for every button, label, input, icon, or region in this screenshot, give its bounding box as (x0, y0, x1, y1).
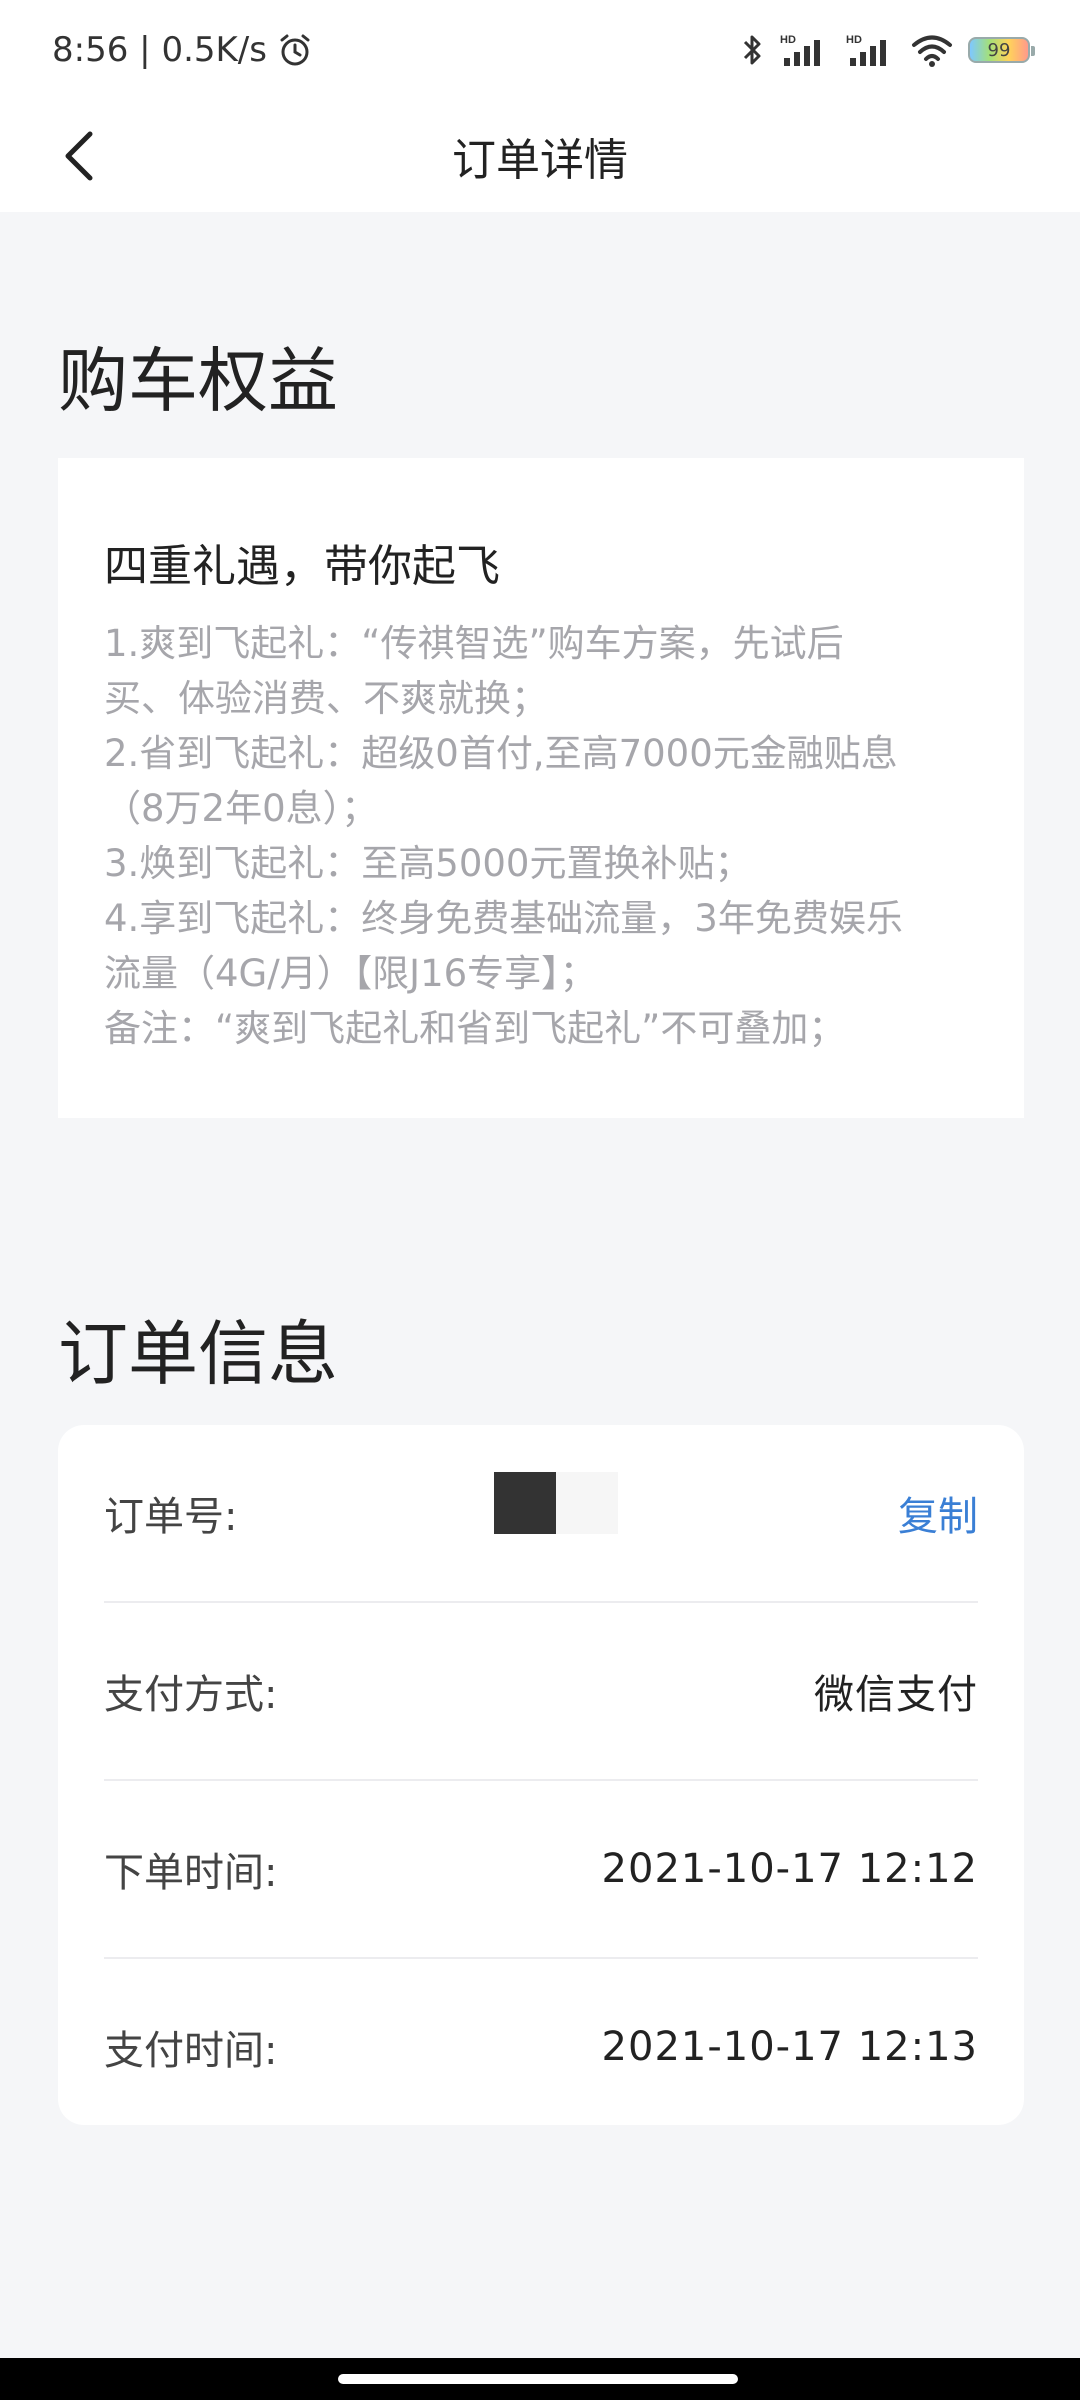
benefit-note: 备注：“爽到飞起礼和省到飞起礼”不可叠加； (104, 1007, 846, 1050)
status-separator: | (128, 30, 162, 70)
pay-time-row: 支付时间: 2021-10-17 12:13 (104, 1959, 978, 2135)
back-button[interactable] (46, 124, 110, 188)
benefits-heading: 四重礼遇，带你起飞 (104, 541, 500, 592)
redacted-block (494, 1472, 556, 1534)
order-time-label: 下单时间: (104, 1850, 278, 1896)
pay-time-value: 2021-10-17 12:13 (601, 2024, 978, 2070)
benefits-section-title: 购车权益 (58, 340, 338, 422)
benefit-item: 4.享到飞起礼：终身免费基础流量，3年免费娱乐 流量（4G/月）【限J16专享】… (104, 897, 903, 995)
status-left: 8:56 | 0.5K/s (52, 30, 313, 70)
benefits-list: 1.爽到飞起礼：“传祺智选”购车方案，先试后 买、体验消费、不爽就换； 2.省到… (104, 616, 978, 1056)
payment-method-label: 支付方式: (104, 1672, 278, 1718)
nav-bar: 订单详情 (0, 100, 1080, 212)
order-time-value: 2021-10-17 12:12 (601, 1846, 978, 1892)
network-speed: 0.5K/s (161, 30, 267, 70)
page-title: 订单详情 (452, 135, 628, 186)
benefits-card: 四重礼遇，带你起飞 1.爽到飞起礼：“传祺智选”购车方案，先试后 买、体验消费、… (58, 458, 1024, 1118)
gesture-bar (0, 2358, 1080, 2400)
payment-method-value: 微信支付 (814, 1672, 978, 1718)
battery-icon: 99 (968, 37, 1035, 63)
order-number-row: 订单号: 复制 (104, 1425, 978, 1603)
chevron-left-icon (65, 131, 93, 181)
wifi-icon (912, 35, 952, 67)
benefit-item: 2.省到飞起礼：超级0首付,至高7000元金融贴息 （8万2年0息）； (104, 732, 898, 830)
benefit-item: 1.爽到飞起礼：“传祺智选”购车方案，先试后 买、体验消费、不爽就换； (104, 622, 844, 720)
redacted-block (556, 1472, 618, 1534)
status-bar: 8:56 | 0.5K/s HD HD 99 (0, 0, 1080, 100)
order-number-redacted (494, 1472, 618, 1534)
home-indicator[interactable] (338, 2374, 738, 2384)
battery-level: 99 (987, 39, 1011, 61)
signal-hd-icon: HD (780, 34, 820, 66)
signal-hd-icon: HD (846, 34, 886, 66)
status-time: 8:56 (52, 30, 129, 70)
copy-button[interactable]: 复制 (898, 1484, 978, 1542)
status-right: HD HD 99 (742, 32, 1035, 68)
alarm-icon (280, 34, 310, 66)
order-section-title: 订单信息 (58, 1313, 338, 1395)
bluetooth-icon (743, 35, 761, 65)
order-number-label: 订单号: (104, 1494, 238, 1540)
pay-time-label: 支付时间: (104, 2028, 278, 2074)
payment-method-row: 支付方式: 微信支付 (104, 1603, 978, 1781)
order-info-card: 订单号: 复制 支付方式: 微信支付 下单时间: 2021-10-17 12:1… (58, 1425, 1024, 2125)
benefit-item: 3.焕到飞起礼：至高5000元置换补贴； (104, 842, 752, 885)
order-time-row: 下单时间: 2021-10-17 12:12 (104, 1781, 978, 1959)
svg-text:HD: HD (780, 34, 796, 46)
svg-text:HD: HD (846, 34, 862, 46)
